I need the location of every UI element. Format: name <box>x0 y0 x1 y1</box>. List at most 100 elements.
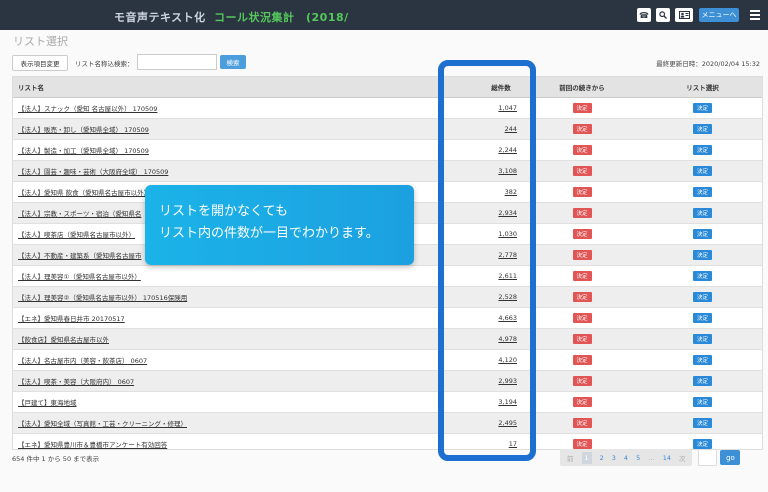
continue-cell: 決定 <box>521 229 643 239</box>
menu-button[interactable]: メニューへ <box>699 8 739 22</box>
list-name-link[interactable]: 【法人】理美容②（愛知県名古屋市以外） 170516保険用 <box>18 294 187 302</box>
list-name-link[interactable]: 【法人】園芸・趣味・芸術（大阪府全域） 170509 <box>18 168 168 176</box>
continue-cell: 決定 <box>521 418 643 428</box>
list-name-link[interactable]: 【法人】不動産・建築系（愛知県名古屋市 <box>18 252 142 260</box>
continue-button[interactable]: 決定 <box>572 397 592 407</box>
continue-button[interactable]: 決定 <box>572 208 592 218</box>
header-list-name: リスト名 <box>18 84 44 92</box>
select-cell: 決定 <box>643 187 762 197</box>
callout-line-1: リストを開かなくても <box>159 204 288 219</box>
list-name-cell: 【法人】理美容①（愛知県名古屋市以外） <box>13 271 481 281</box>
filter-input[interactable] <box>137 54 217 70</box>
select-button[interactable]: 決定 <box>693 397 712 407</box>
continue-cell: 決定 <box>521 187 643 197</box>
column-toggle-button[interactable]: 表示項目変更 <box>12 55 68 71</box>
select-button[interactable]: 決定 <box>693 103 712 113</box>
continue-button[interactable]: 決定 <box>572 124 592 134</box>
list-name-cell: 【法人】理美容②（愛知県名古屋市以外） 170516保険用 <box>13 292 481 302</box>
select-cell: 決定 <box>643 439 762 449</box>
last-updated-text: 最終更新日時：2020/02/04 15:32 <box>656 60 760 68</box>
select-button[interactable]: 決定 <box>693 187 712 197</box>
select-button[interactable]: 決定 <box>693 292 712 302</box>
continue-button[interactable]: 決定 <box>572 313 592 323</box>
table-row: 【法人】愛知全域（写真館・工芸・クリーニング・修理） 2,495 決定 決定 <box>13 413 762 434</box>
table-row: 【法人】製造・加工（愛知県全域） 170509 2,244 決定 決定 <box>13 140 762 161</box>
select-button[interactable]: 決定 <box>693 250 712 260</box>
continue-button[interactable]: 決定 <box>572 103 592 113</box>
continue-button[interactable]: 決定 <box>572 145 592 155</box>
continue-button[interactable]: 決定 <box>572 187 592 197</box>
continue-cell: 決定 <box>521 208 643 218</box>
list-name-link[interactable]: 【法人】愛知全域（写真館・工芸・クリーニング・修理） <box>18 420 187 428</box>
pagination-info: 654 件中 1 から 50 まで表示 <box>12 455 100 463</box>
list-name-link[interactable]: 【法人】喫茶・美容（大阪府内） 0607 <box>18 378 134 386</box>
select-button[interactable]: 決定 <box>693 145 712 155</box>
select-button[interactable]: 決定 <box>693 355 712 365</box>
continue-button[interactable]: 決定 <box>572 334 592 344</box>
filter-search-button[interactable]: 検索 <box>220 55 246 69</box>
select-button[interactable]: 決定 <box>693 313 712 323</box>
header-select: リスト選択 <box>686 84 719 92</box>
list-name-link[interactable]: 【法人】理美容①（愛知県名古屋市以外） <box>18 273 141 281</box>
list-name-link[interactable]: 【法人】名古屋市内（美容・飲茶店） 0607 <box>18 357 147 365</box>
select-button[interactable]: 決定 <box>693 166 712 176</box>
table-row: 【法人】名古屋市内（美容・飲茶店） 0607 4,120 決定 決定 <box>13 350 762 371</box>
select-cell: 決定 <box>643 397 762 407</box>
continue-button[interactable]: 決定 <box>572 418 592 428</box>
pager-page[interactable]: 4 <box>624 454 628 462</box>
pager-page[interactable]: 3 <box>612 454 616 462</box>
select-button[interactable]: 決定 <box>693 376 712 386</box>
list-name-link[interactable]: 【法人】販売・卸し（愛知県全域） 170509 <box>18 126 149 134</box>
pager-page[interactable]: 5 <box>636 454 640 462</box>
list-name-link[interactable]: 【エネ】愛知県春日井市 20170517 <box>18 315 125 323</box>
list-name-cell: 【法人】製造・加工（愛知県全域） 170509 <box>13 145 481 155</box>
page-jump-button[interactable]: go <box>720 450 741 465</box>
continue-cell: 決定 <box>521 439 643 449</box>
page-jump-input[interactable] <box>698 449 718 466</box>
list-name-cell: 【法人】スナック（愛知 名古屋以外） 170509 <box>13 103 481 113</box>
list-name-link[interactable]: 【戸建て】東海地域 <box>18 399 77 407</box>
table-row: 【法人】理美容②（愛知県名古屋市以外） 170516保険用 2,528 決定 決定 <box>13 287 762 308</box>
continue-button[interactable]: 決定 <box>572 439 592 449</box>
list-name-link[interactable]: 【エネ】愛知県豊川市＆豊橋市アンケート有効回答 <box>18 441 167 449</box>
user-card-button[interactable] <box>675 8 693 22</box>
continue-button[interactable]: 決定 <box>572 229 592 239</box>
select-button[interactable]: 決定 <box>693 418 712 428</box>
pager-next[interactable]: 次 <box>679 453 686 463</box>
top-nav-bar: モ音声テキスト化 コール状況集計 (2018/ ☎ メニューへ <box>0 0 768 30</box>
select-button[interactable]: 決定 <box>693 208 712 218</box>
list-name-link[interactable]: 【法人】喫茶店（愛知県名古屋市以外） <box>18 231 135 239</box>
continue-button[interactable]: 決定 <box>572 292 592 302</box>
list-name-link[interactable]: 【法人】製造・加工（愛知県全域） 170509 <box>18 147 149 155</box>
list-name-link[interactable]: 【法人】宗教・スポーツ・宿泊（愛知県名 <box>18 210 141 218</box>
list-name-link[interactable]: 【法人】スナック（愛知 名古屋以外） 170509 <box>18 105 157 113</box>
table-row: 【法人】喫茶・美容（大阪府内） 0607 2,993 決定 決定 <box>13 371 762 392</box>
continue-cell: 決定 <box>521 166 643 176</box>
continue-cell: 決定 <box>521 271 643 281</box>
select-button[interactable]: 決定 <box>693 229 712 239</box>
pager-current[interactable]: 1 <box>581 451 592 464</box>
search-button[interactable] <box>656 8 670 22</box>
select-button[interactable]: 決定 <box>693 439 712 449</box>
select-button[interactable]: 決定 <box>693 271 712 281</box>
list-name-cell: 【エネ】愛知県豊川市＆豊橋市アンケート有効回答 <box>13 439 481 449</box>
list-name-link[interactable]: 【法人】愛知県 飲食（愛知県名古屋市以外） <box>18 189 150 197</box>
continue-cell: 決定 <box>521 124 643 134</box>
continue-button[interactable]: 決定 <box>572 166 592 176</box>
phone-button[interactable]: ☎ <box>637 8 651 22</box>
list-name-link[interactable]: 【飲食店】愛知県名古屋市以外 <box>18 336 109 344</box>
pager-page[interactable]: 2 <box>600 454 604 462</box>
pager-prev[interactable]: 前 <box>567 453 574 463</box>
select-button[interactable]: 決定 <box>693 334 712 344</box>
list-name-cell: 【法人】園芸・趣味・芸術（大阪府全域） 170509 <box>13 166 481 176</box>
continue-button[interactable]: 決定 <box>572 355 592 365</box>
continue-button[interactable]: 決定 <box>572 250 592 260</box>
select-button[interactable]: 決定 <box>693 124 712 134</box>
continue-button[interactable]: 決定 <box>572 376 592 386</box>
select-cell: 決定 <box>643 271 762 281</box>
continue-button[interactable]: 決定 <box>572 271 592 281</box>
hamburger-icon[interactable] <box>750 10 760 22</box>
user-card-icon <box>678 11 690 19</box>
pager-last[interactable]: 14 <box>663 454 671 462</box>
page-title: リスト選択 <box>13 35 68 48</box>
